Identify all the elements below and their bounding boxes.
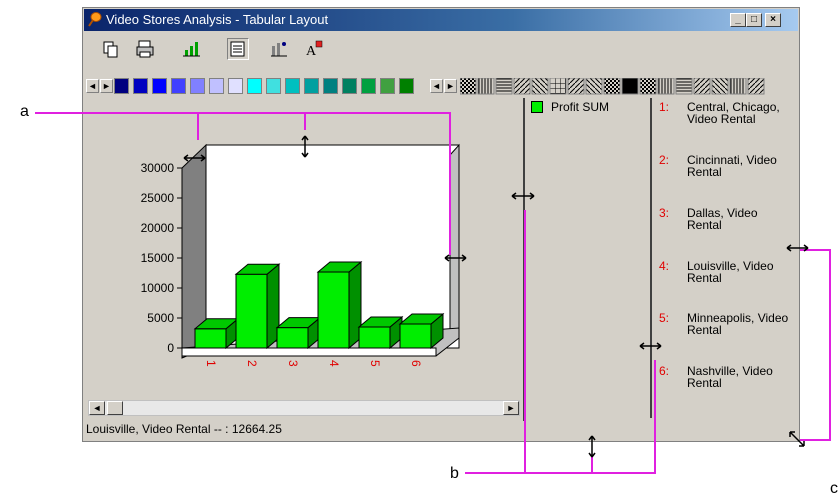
callout-lines xyxy=(35,112,831,474)
callout-c: c xyxy=(830,480,838,497)
callout-a: a xyxy=(20,103,29,120)
callout-b: b xyxy=(450,465,459,482)
annotation-overlay xyxy=(35,112,831,474)
resize-cursors xyxy=(183,135,809,458)
